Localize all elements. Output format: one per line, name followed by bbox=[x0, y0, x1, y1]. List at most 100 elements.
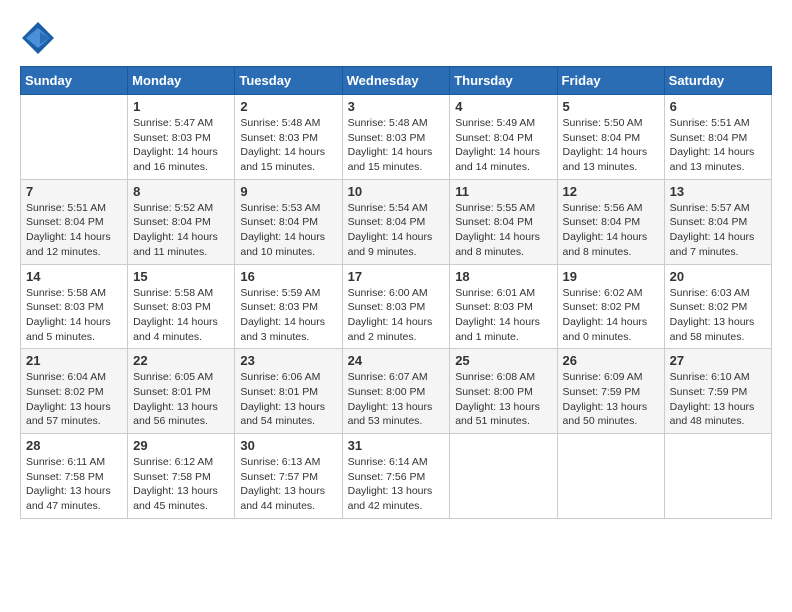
day-info: Sunrise: 6:13 AM Sunset: 7:57 PM Dayligh… bbox=[240, 455, 336, 514]
day-cell: 1 Sunrise: 5:47 AM Sunset: 8:03 PM Daylig… bbox=[128, 95, 235, 180]
day-cell: 30 Sunrise: 6:13 AM Sunset: 7:57 PM Dayli… bbox=[235, 434, 342, 519]
day-info: Sunrise: 6:14 AM Sunset: 7:56 PM Dayligh… bbox=[348, 455, 445, 514]
week-row-2: 7 Sunrise: 5:51 AM Sunset: 8:04 PM Daylig… bbox=[21, 179, 772, 264]
day-number: 1 bbox=[133, 99, 229, 114]
day-cell: 17Sunrise: 6:00 AM Sunset: 8:03 PM Dayli… bbox=[342, 264, 450, 349]
day-number: 13 bbox=[670, 184, 766, 199]
day-info: Sunrise: 5:58 AM Sunset: 8:03 PM Dayligh… bbox=[26, 286, 122, 345]
day-cell: 18 Sunrise: 6:01 AM Sunset: 8:03 PM Dayli… bbox=[450, 264, 557, 349]
day-cell: 4 Sunrise: 5:49 AM Sunset: 8:04 PM Daylig… bbox=[450, 95, 557, 180]
day-cell: 10 Sunrise: 5:54 AM Sunset: 8:04 PM Dayli… bbox=[342, 179, 450, 264]
day-cell: 26 Sunrise: 6:09 AM Sunset: 7:59 PM Dayli… bbox=[557, 349, 664, 434]
day-cell bbox=[450, 434, 557, 519]
day-number: 7 bbox=[26, 184, 122, 199]
day-cell: 12Sunrise: 5:56 AM Sunset: 8:04 PM Dayli… bbox=[557, 179, 664, 264]
day-info: Sunrise: 5:55 AM Sunset: 8:04 PM Dayligh… bbox=[455, 201, 551, 260]
logo-icon bbox=[20, 20, 56, 56]
day-cell: 29 Sunrise: 6:12 AM Sunset: 7:58 PM Dayli… bbox=[128, 434, 235, 519]
day-info: Sunrise: 5:48 AM Sunset: 8:03 PM Dayligh… bbox=[240, 116, 336, 175]
day-cell: 9 Sunrise: 5:53 AM Sunset: 8:04 PM Daylig… bbox=[235, 179, 342, 264]
day-cell: 5 Sunrise: 5:50 AM Sunset: 8:04 PM Daylig… bbox=[557, 95, 664, 180]
header-row: SundayMondayTuesdayWednesdayThursdayFrid… bbox=[21, 67, 772, 95]
day-info: Sunrise: 5:50 AM Sunset: 8:04 PM Dayligh… bbox=[563, 116, 659, 175]
day-number: 4 bbox=[455, 99, 551, 114]
day-info: Sunrise: 5:56 AM Sunset: 8:04 PM Dayligh… bbox=[563, 201, 659, 260]
day-number: 24 bbox=[348, 353, 445, 368]
day-info: Sunrise: 6:09 AM Sunset: 7:59 PM Dayligh… bbox=[563, 370, 659, 429]
day-info: Sunrise: 6:07 AM Sunset: 8:00 PM Dayligh… bbox=[348, 370, 445, 429]
day-info: Sunrise: 6:10 AM Sunset: 7:59 PM Dayligh… bbox=[670, 370, 766, 429]
day-cell: 3Sunrise: 5:48 AM Sunset: 8:03 PM Daylig… bbox=[342, 95, 450, 180]
day-cell: 15Sunrise: 5:58 AM Sunset: 8:03 PM Dayli… bbox=[128, 264, 235, 349]
week-row-4: 21Sunrise: 6:04 AM Sunset: 8:02 PM Dayli… bbox=[21, 349, 772, 434]
day-info: Sunrise: 5:54 AM Sunset: 8:04 PM Dayligh… bbox=[348, 201, 445, 260]
day-info: Sunrise: 5:47 AM Sunset: 8:03 PM Dayligh… bbox=[133, 116, 229, 175]
day-info: Sunrise: 6:06 AM Sunset: 8:01 PM Dayligh… bbox=[240, 370, 336, 429]
week-row-1: 1 Sunrise: 5:47 AM Sunset: 8:03 PM Daylig… bbox=[21, 95, 772, 180]
header-cell-saturday: Saturday bbox=[664, 67, 771, 95]
day-cell: 13 Sunrise: 5:57 AM Sunset: 8:04 PM Dayli… bbox=[664, 179, 771, 264]
day-number: 10 bbox=[348, 184, 445, 199]
logo bbox=[20, 20, 60, 56]
day-number: 18 bbox=[455, 269, 551, 284]
day-info: Sunrise: 6:12 AM Sunset: 7:58 PM Dayligh… bbox=[133, 455, 229, 514]
day-number: 21 bbox=[26, 353, 122, 368]
day-cell: 2 Sunrise: 5:48 AM Sunset: 8:03 PM Daylig… bbox=[235, 95, 342, 180]
header-cell-wednesday: Wednesday bbox=[342, 67, 450, 95]
day-cell: 31 Sunrise: 6:14 AM Sunset: 7:56 PM Dayli… bbox=[342, 434, 450, 519]
day-number: 26 bbox=[563, 353, 659, 368]
day-number: 15 bbox=[133, 269, 229, 284]
day-info: Sunrise: 5:57 AM Sunset: 8:04 PM Dayligh… bbox=[670, 201, 766, 260]
day-cell: 21Sunrise: 6:04 AM Sunset: 8:02 PM Dayli… bbox=[21, 349, 128, 434]
day-number: 27 bbox=[670, 353, 766, 368]
day-cell: 19Sunrise: 6:02 AM Sunset: 8:02 PM Dayli… bbox=[557, 264, 664, 349]
day-cell: 22 Sunrise: 6:05 AM Sunset: 8:01 PM Dayli… bbox=[128, 349, 235, 434]
week-row-5: 28Sunrise: 6:11 AM Sunset: 7:58 PM Dayli… bbox=[21, 434, 772, 519]
header-cell-tuesday: Tuesday bbox=[235, 67, 342, 95]
day-cell: 27 Sunrise: 6:10 AM Sunset: 7:59 PM Dayli… bbox=[664, 349, 771, 434]
day-number: 31 bbox=[348, 438, 445, 453]
day-number: 29 bbox=[133, 438, 229, 453]
day-cell: 11 Sunrise: 5:55 AM Sunset: 8:04 PM Dayli… bbox=[450, 179, 557, 264]
day-number: 23 bbox=[240, 353, 336, 368]
day-info: Sunrise: 6:05 AM Sunset: 8:01 PM Dayligh… bbox=[133, 370, 229, 429]
day-number: 9 bbox=[240, 184, 336, 199]
day-number: 2 bbox=[240, 99, 336, 114]
day-number: 14 bbox=[26, 269, 122, 284]
header-cell-friday: Friday bbox=[557, 67, 664, 95]
page-header bbox=[20, 20, 772, 56]
day-info: Sunrise: 5:53 AM Sunset: 8:04 PM Dayligh… bbox=[240, 201, 336, 260]
day-number: 8 bbox=[133, 184, 229, 199]
day-number: 16 bbox=[240, 269, 336, 284]
day-info: Sunrise: 5:49 AM Sunset: 8:04 PM Dayligh… bbox=[455, 116, 551, 175]
day-number: 20 bbox=[670, 269, 766, 284]
day-cell: 20Sunrise: 6:03 AM Sunset: 8:02 PM Dayli… bbox=[664, 264, 771, 349]
day-cell bbox=[557, 434, 664, 519]
day-info: Sunrise: 5:51 AM Sunset: 8:04 PM Dayligh… bbox=[26, 201, 122, 260]
calendar-table: SundayMondayTuesdayWednesdayThursdayFrid… bbox=[20, 66, 772, 519]
day-cell: 6 Sunrise: 5:51 AM Sunset: 8:04 PM Daylig… bbox=[664, 95, 771, 180]
day-number: 22 bbox=[133, 353, 229, 368]
header-cell-sunday: Sunday bbox=[21, 67, 128, 95]
day-cell: 7 Sunrise: 5:51 AM Sunset: 8:04 PM Daylig… bbox=[21, 179, 128, 264]
day-cell: 23 Sunrise: 6:06 AM Sunset: 8:01 PM Dayli… bbox=[235, 349, 342, 434]
day-cell: 24 Sunrise: 6:07 AM Sunset: 8:00 PM Dayli… bbox=[342, 349, 450, 434]
day-info: Sunrise: 6:00 AM Sunset: 8:03 PM Dayligh… bbox=[348, 286, 445, 345]
header-cell-monday: Monday bbox=[128, 67, 235, 95]
day-number: 28 bbox=[26, 438, 122, 453]
day-info: Sunrise: 5:51 AM Sunset: 8:04 PM Dayligh… bbox=[670, 116, 766, 175]
day-info: Sunrise: 5:59 AM Sunset: 8:03 PM Dayligh… bbox=[240, 286, 336, 345]
day-cell: 8 Sunrise: 5:52 AM Sunset: 8:04 PM Daylig… bbox=[128, 179, 235, 264]
day-info: Sunrise: 5:48 AM Sunset: 8:03 PM Dayligh… bbox=[348, 116, 445, 175]
day-info: Sunrise: 5:52 AM Sunset: 8:04 PM Dayligh… bbox=[133, 201, 229, 260]
header-cell-thursday: Thursday bbox=[450, 67, 557, 95]
day-number: 5 bbox=[563, 99, 659, 114]
day-number: 11 bbox=[455, 184, 551, 199]
day-number: 6 bbox=[670, 99, 766, 114]
week-row-3: 14 Sunrise: 5:58 AM Sunset: 8:03 PM Dayli… bbox=[21, 264, 772, 349]
day-cell bbox=[664, 434, 771, 519]
day-number: 30 bbox=[240, 438, 336, 453]
day-info: Sunrise: 6:01 AM Sunset: 8:03 PM Dayligh… bbox=[455, 286, 551, 345]
day-cell: 28Sunrise: 6:11 AM Sunset: 7:58 PM Dayli… bbox=[21, 434, 128, 519]
day-cell bbox=[21, 95, 128, 180]
